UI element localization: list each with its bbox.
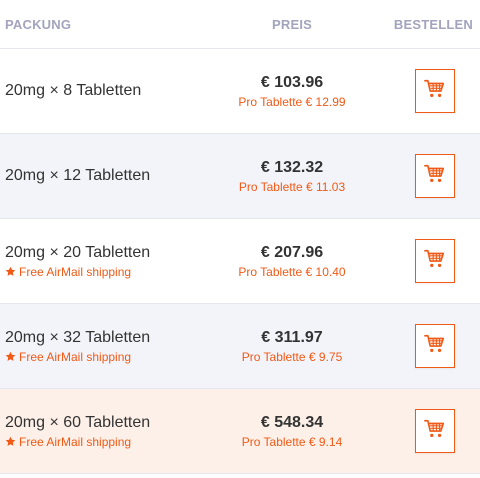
shipping-label: Free AirMail shipping	[19, 349, 132, 364]
package-name: 20mg × 60 Tabletten	[5, 413, 151, 431]
table-header: PACKUNG PREIS BESTELLEN	[0, 0, 480, 49]
free-shipping-note: Free AirMail shipping	[5, 350, 200, 364]
header-price: PREIS	[271, 16, 312, 32]
free-shipping-note: Free AirMail shipping	[5, 265, 200, 279]
package-name: 20mg × 12 Tabletten	[5, 167, 151, 184]
price-per-tablet: Pro Tablette € 12.99	[238, 94, 346, 109]
table-row: 20mg × 20 Tabletten Free AirMail shippin…	[0, 219, 480, 304]
add-to-cart-button[interactable]	[415, 154, 455, 198]
star-icon	[5, 266, 16, 276]
price-cell: € 548.34 Pro Tablette € 9.14	[200, 414, 384, 449]
cart-icon	[424, 248, 446, 275]
price-per-tablet: Pro Tablette € 10.40	[238, 264, 346, 279]
star-icon	[5, 436, 16, 446]
price-total: € 132.32	[260, 158, 324, 176]
shipping-label: Free AirMail shipping	[19, 434, 132, 449]
package-cell: 20mg × 20 Tabletten Free AirMail shippin…	[0, 244, 200, 279]
order-cell	[384, 154, 480, 198]
shipping-label: Free AirMail shipping	[19, 264, 132, 279]
star-icon	[5, 351, 16, 361]
package-name: 20mg × 8 Tabletten	[5, 82, 142, 99]
price-cell: € 132.32 Pro Tablette € 11.03	[200, 159, 384, 194]
table-row: 20mg × 60 Tabletten Free AirMail shippin…	[0, 389, 480, 474]
price-cell: € 103.96 Pro Tablette € 12.99	[200, 74, 384, 109]
add-to-cart-button[interactable]	[415, 324, 455, 368]
package-name: 20mg × 20 Tabletten	[5, 243, 151, 261]
add-to-cart-button[interactable]	[415, 409, 455, 453]
price-cell: € 311.97 Pro Tablette € 9.75	[200, 329, 384, 364]
price-table: PACKUNG PREIS BESTELLEN 20mg × 8 Tablett…	[0, 0, 480, 474]
package-cell: 20mg × 60 Tabletten Free AirMail shippin…	[0, 414, 200, 449]
package-cell: 20mg × 8 Tabletten	[0, 82, 200, 100]
package-cell: 20mg × 32 Tabletten Free AirMail shippin…	[0, 329, 200, 364]
price-cell: € 207.96 Pro Tablette € 10.40	[200, 244, 384, 279]
order-cell	[384, 239, 480, 283]
price-per-tablet: Pro Tablette € 9.75	[241, 349, 343, 364]
package-name: 20mg × 32 Tabletten	[5, 328, 151, 346]
price-total: € 548.34	[260, 413, 324, 431]
price-per-tablet: Pro Tablette € 9.14	[241, 434, 343, 449]
price-per-tablet: Pro Tablette € 11.03	[238, 179, 346, 194]
table-row: 20mg × 12 Tabletten € 132.32 Pro Tablett…	[0, 134, 480, 219]
cart-icon	[424, 333, 446, 360]
cart-icon	[424, 418, 446, 445]
order-cell	[384, 69, 480, 113]
header-order: BESTELLEN	[393, 16, 473, 32]
free-shipping-note: Free AirMail shipping	[5, 435, 200, 449]
package-cell: 20mg × 12 Tabletten	[0, 167, 200, 185]
price-total: € 103.96	[260, 73, 324, 91]
price-total: € 311.97	[261, 328, 323, 346]
header-package: PACKUNG	[5, 16, 72, 32]
cart-icon	[424, 78, 446, 105]
order-cell	[384, 409, 480, 453]
table-row: 20mg × 8 Tabletten € 103.96 Pro Tablette…	[0, 49, 480, 134]
add-to-cart-button[interactable]	[415, 69, 455, 113]
price-total: € 207.96	[260, 243, 324, 261]
table-row: 20mg × 32 Tabletten Free AirMail shippin…	[0, 304, 480, 389]
add-to-cart-button[interactable]	[415, 239, 455, 283]
cart-icon	[424, 163, 446, 190]
order-cell	[384, 324, 480, 368]
